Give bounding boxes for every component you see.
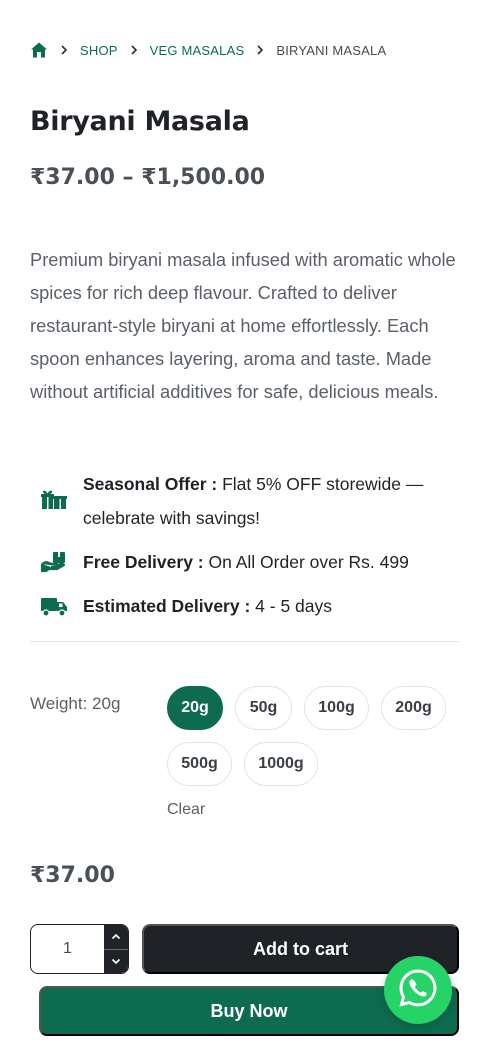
weight-option-100g[interactable]: 100g [304, 686, 369, 730]
quantity-buttons [104, 925, 128, 973]
offer-label: Seasonal Offer : [83, 474, 218, 494]
breadcrumb: SHOP VEG MASALAS BIRYANI MASALA [30, 40, 386, 60]
clear-selection-link[interactable]: Clear [167, 801, 205, 819]
offer-free-delivery: Free Delivery : On All Order over Rs. 49… [40, 545, 460, 579]
chevron-right-icon [256, 45, 264, 55]
weight-option-500g[interactable]: 500g [167, 742, 232, 786]
weight-option-20g[interactable]: 20g [167, 686, 223, 730]
whatsapp-icon [396, 966, 440, 1015]
offer-label: Free Delivery : [83, 552, 204, 572]
chevron-down-icon[interactable] [104, 948, 128, 974]
chevron-right-icon [60, 45, 68, 55]
offer-estimated-delivery: Estimated Delivery : 4 - 5 days [40, 589, 460, 623]
quantity-input[interactable]: 1 [31, 925, 104, 973]
price-range: ₹37.00 – ₹1,500.00 [30, 165, 266, 190]
whatsapp-button[interactable] [384, 956, 452, 1024]
weight-options: 20g 50g 100g 200g 500g 1000g [167, 686, 467, 798]
product-description: Premium biryani masala infused with arom… [30, 249, 456, 402]
delivery-hand-icon [40, 550, 68, 574]
offer-list: Seasonal Offer : Flat 5% OFF storewide —… [40, 467, 460, 633]
product-title: Biryani Masala [30, 106, 250, 137]
chevron-right-icon [130, 45, 138, 55]
weight-option-1000g[interactable]: 1000g [244, 742, 318, 786]
section-divider [30, 641, 459, 642]
breadcrumb-current: BIRYANI MASALA [276, 42, 387, 58]
gift-icon [40, 487, 68, 511]
breadcrumb-veg-masalas[interactable]: VEG MASALAS [150, 43, 245, 58]
offer-seasonal: Seasonal Offer : Flat 5% OFF storewide —… [40, 467, 460, 535]
unit-price: ₹37.00 [30, 863, 115, 888]
weight-label: Weight: 20g [30, 694, 121, 713]
home-icon[interactable] [30, 41, 48, 59]
offer-text: On All Order over Rs. 499 [203, 552, 409, 572]
truck-icon [40, 594, 68, 618]
breadcrumb-shop[interactable]: SHOP [80, 43, 118, 58]
offer-text: 4 - 5 days [250, 596, 333, 616]
weight-option-200g[interactable]: 200g [381, 686, 446, 730]
chevron-up-icon[interactable] [104, 925, 128, 949]
quantity-stepper: 1 [30, 924, 129, 974]
weight-option-50g[interactable]: 50g [235, 686, 292, 730]
offer-label: Estimated Delivery : [83, 596, 251, 616]
